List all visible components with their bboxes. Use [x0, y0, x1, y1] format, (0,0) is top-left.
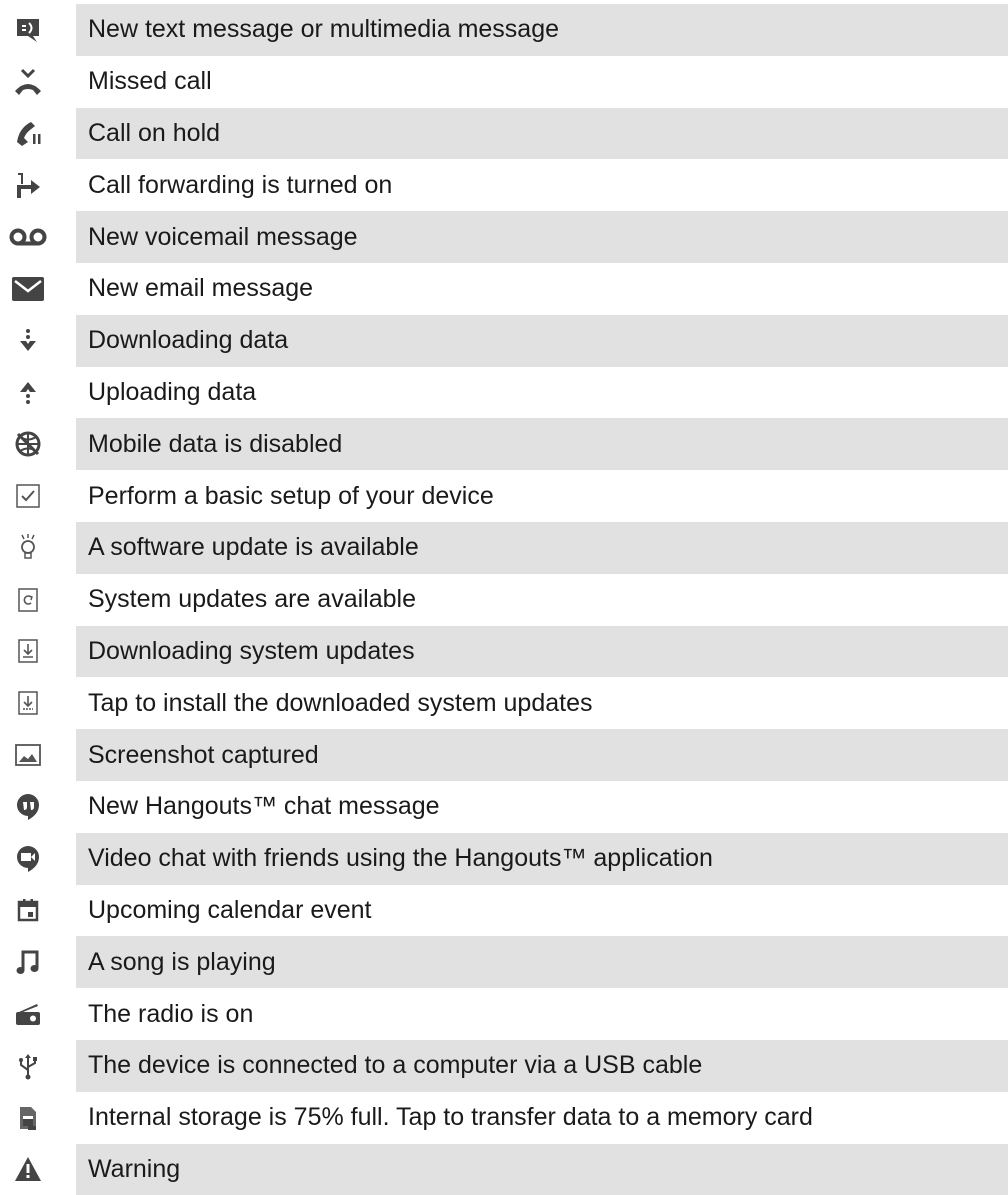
system-update-icon — [0, 574, 56, 626]
table-row: A song is playing — [0, 936, 1008, 989]
row-label: New email message — [88, 274, 314, 303]
table-row: Mobile data is disabled — [0, 418, 1008, 471]
storage-full-icon — [0, 1092, 56, 1144]
table-row: Warning — [0, 1143, 1008, 1195]
hangouts-video-icon — [0, 833, 56, 885]
table-row: System updates are available — [0, 574, 1008, 626]
table-row: Video chat with friends using the Hangou… — [0, 832, 1008, 885]
missed-call-icon — [0, 56, 56, 108]
table-row: Downloading system updates — [0, 625, 1008, 678]
row-label: Warning — [76, 1143, 1008, 1195]
row-label: Mobile data is disabled — [76, 418, 1008, 471]
download-icon — [0, 315, 56, 367]
notification-icon-table: New text message or multimedia message M… — [0, 0, 1008, 1195]
table-row: Downloading data — [0, 314, 1008, 367]
row-label: A song is playing — [76, 936, 1008, 989]
table-row: New email message — [0, 263, 1008, 315]
row-label: Missed call — [88, 67, 212, 96]
row-label: Internal storage is 75% full. Tap to tra… — [88, 1103, 813, 1132]
row-label: Downloading data — [76, 314, 1008, 367]
calendar-icon — [0, 885, 56, 937]
radio-icon — [0, 988, 56, 1040]
row-label: The device is connected to a computer vi… — [76, 1039, 1008, 1092]
downloading-system-update-icon — [0, 626, 56, 678]
voicemail-icon — [0, 211, 56, 263]
hangouts-chat-icon — [0, 781, 56, 833]
table-row: New text message or multimedia message — [0, 4, 1008, 56]
table-row: Perform a basic setup of your device — [0, 470, 1008, 522]
email-icon — [0, 263, 56, 315]
row-label: Screenshot captured — [76, 729, 1008, 781]
table-row: Screenshot captured — [0, 729, 1008, 781]
table-row: Upcoming calendar event — [0, 885, 1008, 937]
mobile-data-disabled-icon — [0, 418, 56, 470]
sms-message-icon — [0, 4, 56, 56]
row-label: The radio is on — [88, 999, 254, 1028]
music-note-icon — [0, 936, 56, 988]
setup-checkbox-icon — [0, 470, 56, 522]
table-row: New Hangouts™ chat message — [0, 781, 1008, 833]
row-label: New text message or multimedia message — [76, 4, 1008, 56]
table-row: Internal storage is 75% full. Tap to tra… — [0, 1092, 1008, 1144]
lightbulb-icon — [0, 522, 56, 574]
warning-icon — [0, 1144, 56, 1195]
table-row: The radio is on — [0, 988, 1008, 1040]
table-row: New voicemail message — [0, 211, 1008, 263]
install-update-icon — [0, 677, 56, 729]
row-label: A software update is available — [76, 521, 1008, 574]
row-label: System updates are available — [88, 585, 416, 614]
usb-icon — [0, 1040, 56, 1092]
row-label: Upcoming calendar event — [88, 895, 372, 924]
screenshot-icon — [0, 729, 56, 781]
row-label: New voicemail message — [76, 211, 1008, 263]
table-row: Uploading data — [0, 367, 1008, 419]
row-label: Tap to install the downloaded system upd… — [88, 688, 593, 717]
upload-icon — [0, 367, 56, 419]
table-row: The device is connected to a computer vi… — [0, 1039, 1008, 1092]
row-label: Call forwarding is turned on — [88, 170, 393, 199]
row-label: Video chat with friends using the Hangou… — [76, 832, 1008, 885]
table-row: Missed call — [0, 56, 1008, 108]
table-row: Tap to install the downloaded system upd… — [0, 677, 1008, 729]
table-row: Call forwarding is turned on — [0, 159, 1008, 211]
call-on-hold-icon — [0, 108, 56, 160]
row-label: Downloading system updates — [76, 625, 1008, 678]
table-row: A software update is available — [0, 521, 1008, 574]
row-label: Call on hold — [76, 107, 1008, 160]
row-label: New Hangouts™ chat message — [88, 792, 440, 821]
table-row: Call on hold — [0, 107, 1008, 160]
row-label: Perform a basic setup of your device — [88, 481, 494, 510]
row-label: Uploading data — [88, 377, 257, 406]
call-forwarding-icon — [0, 159, 56, 211]
